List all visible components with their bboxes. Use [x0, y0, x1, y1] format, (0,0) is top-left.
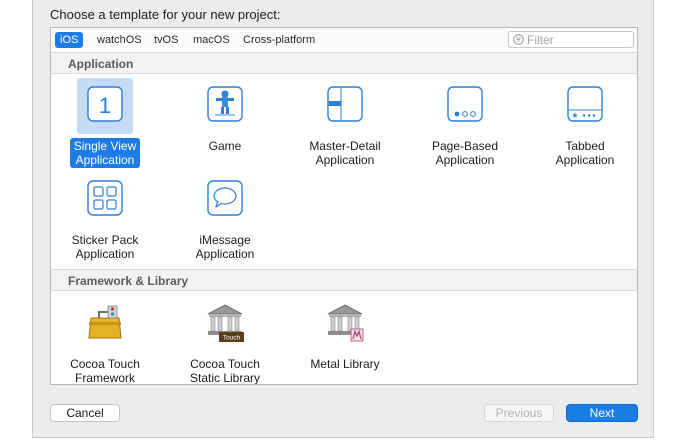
template-label: Cocoa Touch Static Library — [189, 357, 261, 385]
filter-icon — [513, 34, 524, 45]
tab-cross-platform[interactable]: Cross-platform — [238, 32, 320, 48]
template-cocoa-touch-static-library[interactable]: Touch Cocoa Touch Static Library — [177, 296, 273, 385]
sticker-pack-app-icon — [87, 180, 123, 216]
platform-tab-bar: iOS watchOS tvOS macOS Cross-platform — [51, 28, 637, 53]
template-sticker-pack-application[interactable]: Sticker Pack Application — [57, 172, 153, 263]
tabbed-app-icon: ★ — [567, 86, 603, 122]
tab-macos[interactable]: macOS — [188, 32, 235, 48]
template-metal-library[interactable]: Metal Library — [297, 296, 393, 373]
tab-ios[interactable]: iOS — [55, 32, 84, 48]
metal-library-icon — [327, 304, 364, 342]
svg-text:★: ★ — [571, 111, 578, 120]
template-game[interactable]: Game — [177, 78, 273, 155]
template-label: Metal Library — [310, 357, 380, 371]
touch-badge-text: Touch — [223, 335, 241, 342]
cancel-button[interactable]: Cancel — [50, 404, 120, 422]
svg-text:1: 1 — [99, 93, 111, 118]
imessage-app-icon — [207, 180, 243, 216]
tab-tvos[interactable]: tvOS — [149, 32, 183, 48]
section-header-framework-library: Framework & Library — [51, 269, 637, 291]
template-label: iMessage Application — [195, 233, 255, 261]
library-building-icon: Touch — [207, 304, 244, 342]
template-master-detail-application[interactable]: Master-Detail Application — [297, 78, 393, 169]
template-page-based-application[interactable]: Page-Based Application — [417, 78, 513, 169]
template-label: Game — [208, 139, 242, 153]
dialog-prompt: Choose a template for your new project: — [50, 7, 281, 22]
section-header-application: Application — [51, 52, 637, 74]
template-label: Master-Detail Application — [309, 139, 381, 167]
template-label: Tabbed Application — [555, 139, 615, 167]
template-label: Page-Based Application — [431, 139, 499, 167]
filter-input[interactable] — [527, 32, 627, 47]
template-chooser-sheet: Choose a template for your new project: … — [32, 0, 654, 438]
game-icon — [207, 86, 243, 122]
page-based-app-icon — [447, 86, 483, 122]
next-button[interactable]: Next — [566, 404, 638, 422]
tab-watchos[interactable]: watchOS — [92, 32, 147, 48]
previous-button[interactable]: Previous — [484, 404, 554, 422]
template-tabbed-application[interactable]: ★ Tabbed Application — [537, 78, 633, 169]
template-label: Single View Application — [69, 138, 141, 168]
template-cocoa-touch-framework[interactable]: Cocoa Touch Framework — [57, 296, 153, 385]
template-imessage-application[interactable]: iMessage Application — [177, 172, 273, 263]
toolbox-framework-icon — [88, 305, 122, 339]
filter-field[interactable] — [508, 31, 634, 48]
single-view-app-icon: 1 — [87, 86, 123, 122]
template-label: Cocoa Touch Framework — [70, 357, 140, 385]
template-label: Sticker Pack Application — [71, 233, 139, 261]
master-detail-app-icon — [327, 86, 363, 122]
template-panel: iOS watchOS tvOS macOS Cross-platform Ap… — [50, 27, 638, 385]
template-single-view-application[interactable]: 1 Single View Application — [57, 78, 153, 169]
